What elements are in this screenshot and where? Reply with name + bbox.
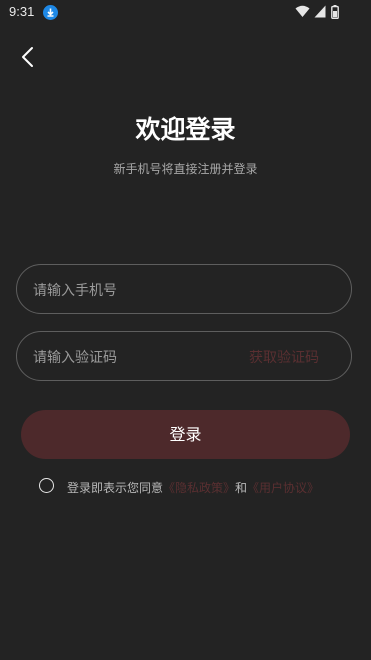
status-time: 9:31 bbox=[9, 4, 35, 19]
code-input-placeholder: 请输入验证码 bbox=[33, 350, 117, 366]
agreement-checkbox[interactable] bbox=[39, 478, 54, 493]
back-button[interactable] bbox=[16, 44, 42, 70]
page-subtitle: 新手机号将直接注册并登录 bbox=[113, 162, 258, 176]
wifi-icon bbox=[295, 5, 310, 17]
status-bar: 9:31 bbox=[0, 0, 371, 24]
page-title: 欢迎登录 bbox=[135, 115, 236, 144]
download-icon bbox=[43, 5, 58, 20]
get-code-button[interactable]: 获取验证码 bbox=[249, 347, 319, 367]
verification-code-input[interactable]: 请输入验证码 获取验证码 bbox=[16, 331, 352, 381]
signal-icon bbox=[314, 5, 326, 18]
back-arrow-icon bbox=[22, 47, 33, 67]
agreement-text: 登录即表示您同意《隐私政策》和《用户协议》 bbox=[67, 479, 319, 496]
phone-input-placeholder: 请输入手机号 bbox=[33, 283, 117, 299]
privacy-policy-link[interactable]: 《隐私政策》 bbox=[163, 481, 235, 495]
agreement-and: 和 bbox=[235, 481, 248, 495]
battery-icon bbox=[331, 5, 339, 19]
agreement-prefix: 登录即表示您同意 bbox=[67, 481, 164, 495]
login-screen: 9:31 欢迎登录 新手机号将直接注册并登录 请输入手机号 请输入验证码 获取验… bbox=[0, 0, 371, 660]
login-button[interactable]: 登录 bbox=[21, 410, 350, 459]
phone-input[interactable]: 请输入手机号 bbox=[16, 264, 352, 314]
user-agreement-link[interactable]: 《用户协议》 bbox=[247, 481, 319, 495]
